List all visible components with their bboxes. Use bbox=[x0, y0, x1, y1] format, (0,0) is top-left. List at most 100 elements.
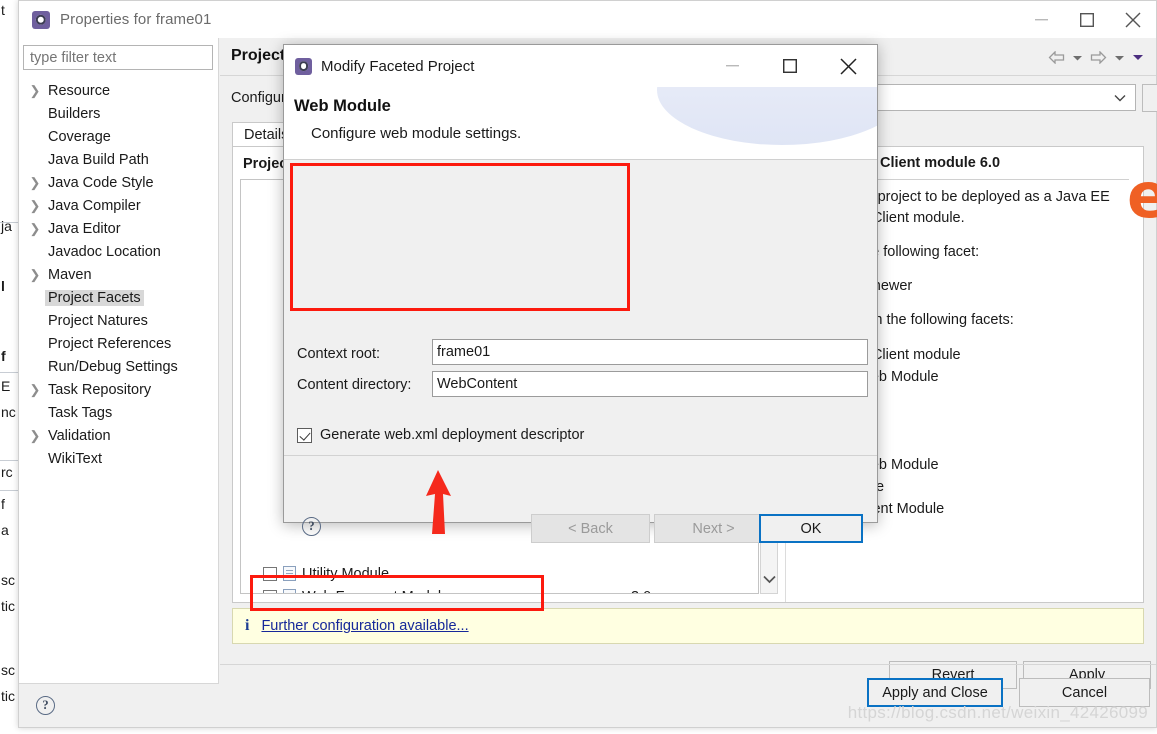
dialog-subheading: Configure web module settings. bbox=[311, 125, 522, 142]
chevron-right-icon[interactable]: ❯ bbox=[25, 267, 45, 283]
sidebar-item-label: Maven bbox=[48, 266, 92, 283]
chevron-right-icon[interactable]: ❯ bbox=[25, 83, 45, 99]
sidebar-item-javadoc-location[interactable]: Javadoc Location bbox=[19, 240, 218, 263]
header-decoration bbox=[657, 87, 877, 145]
chevron-right-icon[interactable]: ❯ bbox=[25, 428, 45, 444]
sidebar-item-builders[interactable]: Builders bbox=[19, 102, 218, 125]
sidebar-item-label: Task Tags bbox=[48, 404, 113, 421]
content-directory-input[interactable] bbox=[432, 371, 868, 397]
minimize-icon[interactable] bbox=[703, 45, 761, 87]
context-root-label: Context root: bbox=[297, 346, 381, 362]
dialog-titlebar: Modify Faceted Project bbox=[284, 45, 877, 87]
chevron-right-icon[interactable]: ❯ bbox=[25, 198, 45, 214]
further-configuration-link[interactable]: Further configuration available... bbox=[261, 618, 468, 634]
checkbox[interactable] bbox=[263, 589, 277, 593]
save-as-button[interactable]: Save As... bbox=[1142, 84, 1157, 112]
sidebar-item-maven[interactable]: ❯ Maven bbox=[19, 263, 218, 286]
maximize-icon[interactable] bbox=[761, 45, 819, 87]
sidebar-item-java-compiler[interactable]: ❯ Java Compiler bbox=[19, 194, 218, 217]
dialog-window-controls bbox=[703, 45, 877, 87]
close-icon[interactable] bbox=[1110, 1, 1156, 38]
generate-webxml-label: Generate web.xml deployment descriptor bbox=[320, 427, 585, 443]
bg-fragment: E bbox=[1, 378, 11, 394]
minimize-icon[interactable] bbox=[1018, 1, 1064, 38]
settings-tree: ❯ Resource Builders Coverage Java Build … bbox=[19, 79, 218, 683]
chevron-down-icon[interactable]: ▼ bbox=[703, 592, 712, 594]
bg-fragment: sc bbox=[1, 662, 15, 678]
document-icon bbox=[283, 589, 296, 593]
sidebar-item-label: Validation bbox=[48, 427, 111, 444]
ok-button[interactable]: OK bbox=[759, 514, 863, 543]
window-titlebar: Properties for frame01 bbox=[19, 1, 1156, 38]
bg-fragment: f bbox=[1, 348, 6, 364]
checkbox[interactable] bbox=[297, 427, 312, 443]
next-button[interactable]: Next > bbox=[654, 514, 773, 543]
filter-input[interactable] bbox=[23, 45, 213, 70]
chevron-right-icon[interactable]: ❯ bbox=[25, 175, 45, 191]
bg-fragment: nc bbox=[1, 404, 16, 420]
sidebar-item-task-tags[interactable]: Task Tags bbox=[19, 401, 218, 424]
sidebar-item-project-references[interactable]: Project References bbox=[19, 332, 218, 355]
modify-faceted-project-dialog: Modify Faceted Project Web Module Config… bbox=[283, 44, 878, 543]
chevron-right-icon[interactable]: ❯ bbox=[25, 221, 45, 237]
settings-sidebar: ❯ Resource Builders Coverage Java Build … bbox=[19, 38, 219, 727]
facet-name: Web Fragment Module bbox=[302, 589, 449, 594]
bg-fragment: f bbox=[1, 496, 5, 512]
sidebar-item-java-code-style[interactable]: ❯ Java Code Style bbox=[19, 171, 218, 194]
sidebar-item-coverage[interactable]: Coverage bbox=[19, 125, 218, 148]
maximize-icon[interactable] bbox=[1064, 1, 1110, 38]
checkbox[interactable] bbox=[263, 566, 277, 581]
sidebar-item-java-editor[interactable]: ❯ Java Editor bbox=[19, 217, 218, 240]
dialog-heading: Web Module bbox=[294, 97, 391, 115]
content-directory-label: Content directory: bbox=[297, 377, 412, 393]
sidebar-item-resource[interactable]: ❯ Resource bbox=[19, 79, 218, 102]
context-root-input[interactable] bbox=[432, 339, 868, 365]
sidebar-item-label: Java Editor bbox=[48, 220, 121, 237]
apply-and-close-button[interactable]: Apply and Close bbox=[867, 678, 1003, 707]
bg-fragment: l bbox=[1, 278, 5, 294]
configuration-select[interactable] bbox=[872, 84, 1136, 111]
bg-fragment: tic bbox=[1, 688, 15, 704]
info-bar: i Further configuration available... bbox=[232, 608, 1144, 644]
chevron-down-icon[interactable] bbox=[1112, 53, 1127, 63]
overflow-chevron-down-icon[interactable] bbox=[1130, 52, 1146, 63]
chevron-down-icon[interactable] bbox=[761, 572, 777, 587]
bg-fragment: rc bbox=[1, 464, 13, 480]
table-row[interactable]: Utility Module bbox=[241, 562, 758, 585]
chevron-down-icon bbox=[1114, 90, 1135, 106]
table-row[interactable]: Web Fragment Module 3.0 ▼ bbox=[241, 585, 758, 594]
generate-webxml-checkbox-row[interactable]: Generate web.xml deployment descriptor bbox=[297, 427, 584, 443]
sidebar-item-wikitext[interactable]: WikiText bbox=[19, 447, 218, 470]
bg-fragment: t bbox=[1, 2, 5, 18]
sidebar-item-label: Java Build Path bbox=[48, 151, 149, 168]
sidebar-item-run-debug-settings[interactable]: Run/Debug Settings bbox=[19, 355, 218, 378]
bg-fragment: tic bbox=[1, 598, 15, 614]
sidebar-item-task-repository[interactable]: ❯ Task Repository bbox=[19, 378, 218, 401]
info-icon: i bbox=[245, 617, 250, 634]
sidebar-item-label: Coverage bbox=[48, 128, 111, 145]
arrow-left-icon[interactable] bbox=[1046, 50, 1067, 65]
facet-name: Utility Module bbox=[302, 565, 390, 582]
cancel-button[interactable]: Cancel bbox=[1019, 678, 1150, 707]
navigation-arrows bbox=[1046, 50, 1146, 65]
bg-fragment: sc bbox=[1, 572, 15, 588]
sidebar-item-label: Project Facets bbox=[45, 289, 144, 306]
bg-fragment: a bbox=[1, 522, 9, 538]
footer-divider bbox=[220, 664, 1156, 665]
arrow-right-icon[interactable] bbox=[1088, 50, 1109, 65]
sidebar-item-label: Java Compiler bbox=[48, 197, 141, 214]
eclipse-icon bbox=[295, 57, 312, 75]
chevron-right-icon[interactable]: ❯ bbox=[25, 382, 45, 398]
sidebar-item-java-build-path[interactable]: Java Build Path bbox=[19, 148, 218, 171]
bg-fragment: ja bbox=[1, 218, 12, 234]
back-button[interactable]: < Back bbox=[531, 514, 650, 543]
close-icon[interactable] bbox=[819, 45, 877, 87]
chevron-down-icon[interactable] bbox=[1070, 53, 1085, 63]
help-icon[interactable]: ? bbox=[302, 517, 321, 536]
sidebar-item-label: Javadoc Location bbox=[48, 243, 161, 260]
sidebar-item-project-natures[interactable]: Project Natures bbox=[19, 309, 218, 332]
help-icon[interactable]: ? bbox=[36, 696, 55, 715]
dialog-form: Context root: Content directory: Generat… bbox=[284, 160, 877, 460]
sidebar-item-project-facets[interactable]: Project Facets bbox=[19, 286, 218, 309]
sidebar-item-validation[interactable]: ❯ Validation bbox=[19, 424, 218, 447]
